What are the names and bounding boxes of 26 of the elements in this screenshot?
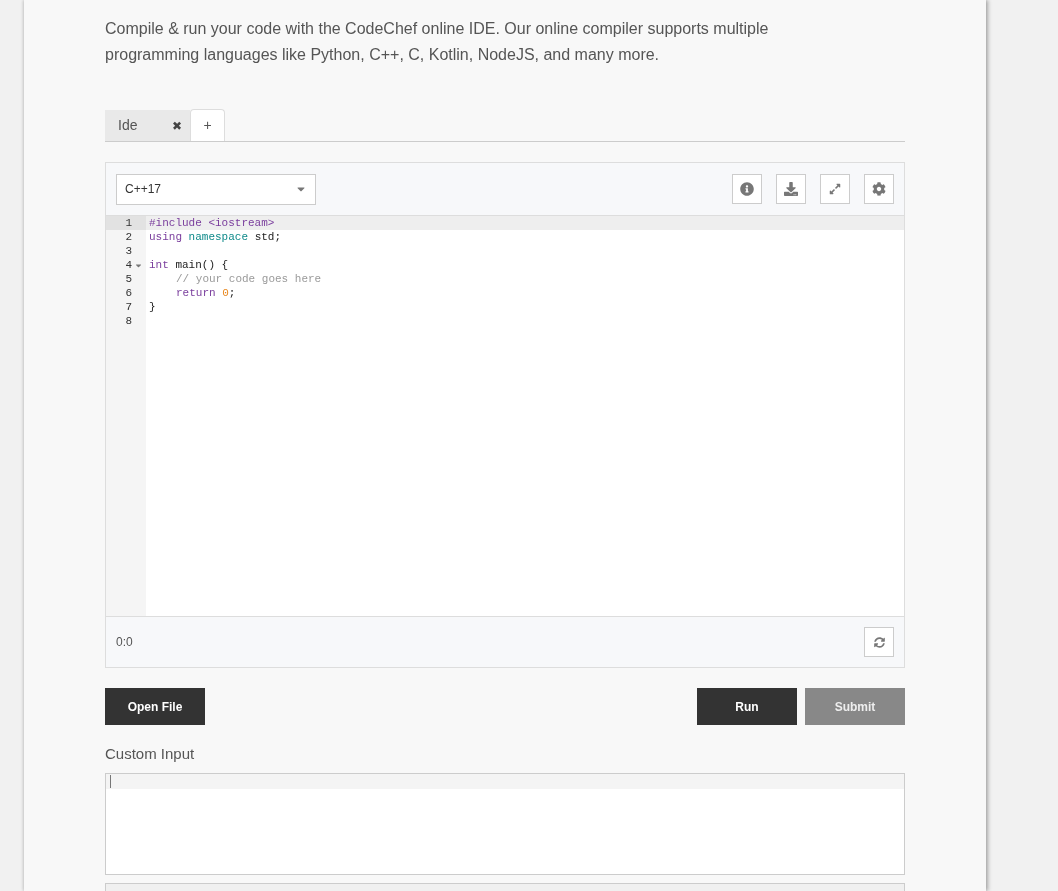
tab-label: +: [203, 116, 212, 135]
intro-text: Compile & run your code with the CodeChef online IDE. Our online compiler supports multiple programming languages like Python, C++, C, Kotlin, NodeJS, and many more.: [105, 19, 770, 65]
cursor-position: 0:0: [116, 634, 133, 651]
close-icon[interactable]: ✖: [172, 116, 183, 135]
code-line: int main() {: [149, 259, 229, 271]
open-file-button[interactable]: Open File: [105, 688, 205, 725]
code-line: // your code goes here: [176, 273, 322, 285]
code-line: using namespace std;: [149, 231, 282, 243]
tab-label: Ide: [118, 116, 138, 135]
line-number: 7: [125, 300, 132, 314]
line-number: 5: [125, 272, 132, 286]
line-number: 2: [125, 230, 132, 244]
editor-tab[interactable]: Ide ✖: [105, 110, 191, 141]
editor-tab[interactable]: +: [190, 109, 225, 141]
line-number: 8: [125, 314, 132, 328]
line-number: 6: [125, 286, 132, 300]
line-number: 3: [125, 244, 132, 258]
code-line: return 0;: [176, 287, 236, 299]
code-line: }: [149, 301, 156, 313]
language-select[interactable]: C++17: [116, 173, 316, 205]
line-number: 4: [125, 258, 132, 272]
code-editor[interactable]: 1 2 3 4 5 6 7 8 #include <iostream> using namespace std; int main() { // your code goes here return 0; }: [106, 215, 904, 616]
line-number: 1: [125, 216, 132, 230]
code-line: #include <iostream>: [149, 217, 275, 229]
run-button[interactable]: Run: [697, 688, 797, 725]
custom-input-label: Custom Input: [105, 744, 196, 764]
